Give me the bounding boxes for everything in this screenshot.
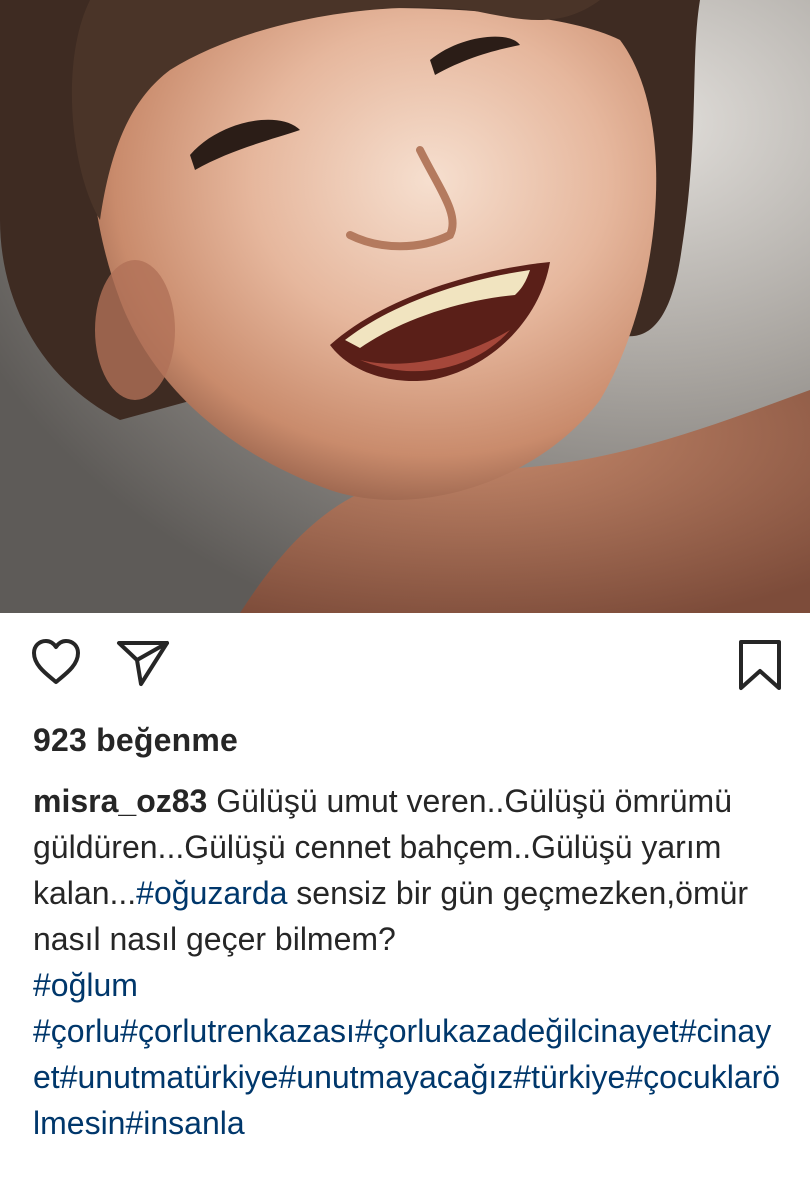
heart-icon — [32, 639, 80, 684]
hashtag-turkiye[interactable]: #türkiye — [513, 1059, 625, 1095]
hashtag-oguzarda[interactable]: #oğuzarda — [136, 875, 287, 911]
hashtag-insanla[interactable]: #insanla — [125, 1105, 244, 1141]
hashtag-unutmaturkiye[interactable]: #unutmatürkiye — [60, 1059, 279, 1095]
send-icon — [117, 641, 169, 686]
hashtag-line: #çorlu#çorlutrenkazası#çorlukazadeğilcin… — [33, 1008, 783, 1146]
post-caption: misra_oz83 Gülüşü umut veren..Gülüşü ömr… — [33, 778, 783, 1146]
hashtag-corlukazadegilcinayet[interactable]: #çorlukazadeğilcinayet — [355, 1013, 679, 1049]
caption-username[interactable]: misra_oz83 — [33, 783, 207, 819]
child-photo-illustration — [0, 0, 810, 613]
hashtag-oglum[interactable]: #oğlum — [33, 967, 138, 1003]
hashtag-corlu[interactable]: #çorlu — [33, 1013, 120, 1049]
like-button[interactable] — [30, 638, 82, 691]
bookmark-icon — [739, 640, 781, 690]
share-button[interactable] — [115, 638, 171, 693]
like-count[interactable]: 923 beğenme — [33, 722, 238, 759]
hashtag-corlutrenkazasi[interactable]: #çorlutrenkazası — [120, 1013, 355, 1049]
post-photo[interactable] — [0, 0, 810, 613]
save-button[interactable] — [736, 638, 784, 699]
hashtag-unutmayacagiz[interactable]: #unutmayacağız — [278, 1059, 513, 1095]
